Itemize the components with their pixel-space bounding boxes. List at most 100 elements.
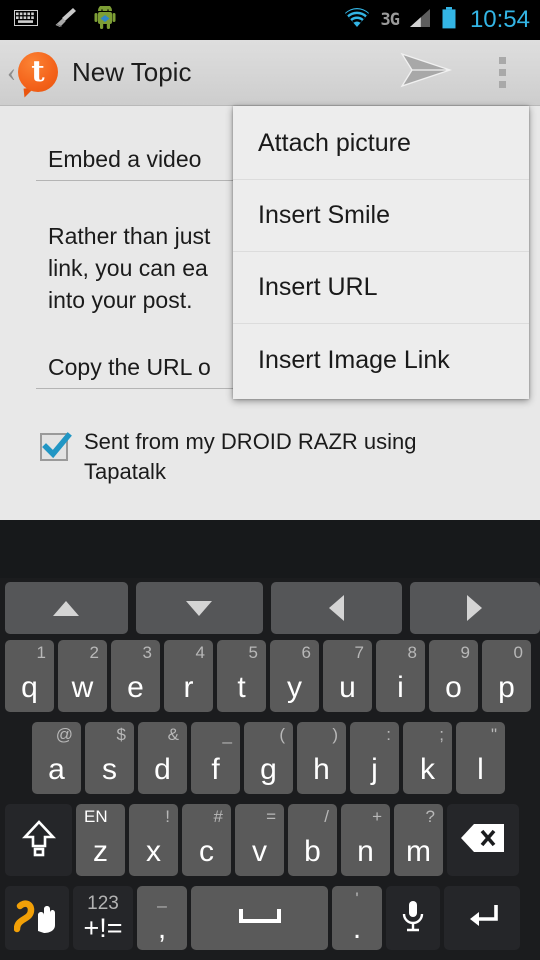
key-q[interactable]: 1 q [5, 640, 54, 712]
key-hint: 1 [36, 643, 46, 662]
symbols-key[interactable]: 123 +!= [73, 886, 133, 950]
key-hint: _ [157, 889, 167, 908]
key-i[interactable]: 8 i [376, 640, 425, 712]
symbols-key-label: +!= [83, 913, 123, 943]
key-hint: 6 [301, 643, 311, 662]
arrow-down-key[interactable] [135, 582, 264, 634]
page-title: New Topic [72, 57, 192, 87]
key-hint: _ [222, 725, 232, 744]
key-hint: & [167, 725, 179, 744]
key-label: e [127, 671, 144, 704]
key-n[interactable]: + n [341, 804, 390, 876]
key-hint: 7 [354, 643, 364, 662]
swipe-gesture-icon [13, 897, 60, 940]
key-a[interactable]: @ a [32, 722, 81, 794]
key-d[interactable]: & d [138, 722, 187, 794]
key-comma[interactable]: _ , [137, 886, 187, 950]
keyboard-icon [14, 9, 38, 31]
key-label: g [260, 753, 277, 786]
arrow-left-key[interactable] [271, 582, 402, 634]
key-hint: 3 [142, 643, 152, 662]
menu-item-insert-smile[interactable]: Insert Smile [233, 180, 529, 252]
key-label: . [352, 912, 362, 945]
key-c[interactable]: # c [182, 804, 231, 876]
key-z[interactable]: EN z [76, 804, 125, 876]
key-hint: ! [165, 807, 170, 826]
shift-icon [20, 818, 58, 863]
key-v[interactable]: = v [235, 804, 284, 876]
key-x[interactable]: ! x [129, 804, 178, 876]
key-label: d [154, 753, 171, 786]
key-hint: 5 [248, 643, 258, 662]
key-label: c [199, 835, 214, 868]
key-hint: + [372, 807, 382, 826]
space-key[interactable] [191, 886, 328, 950]
key-r[interactable]: 4 r [164, 640, 213, 712]
key-period[interactable]: ' . [332, 886, 382, 950]
key-label: m [406, 835, 431, 868]
overflow-menu-button[interactable] [464, 40, 540, 106]
key-h[interactable]: ) h [297, 722, 346, 794]
menu-item-label: Insert Image Link [258, 345, 450, 374]
key-label: a [48, 753, 65, 786]
key-hint: = [266, 807, 276, 826]
shift-key[interactable] [5, 804, 72, 876]
menu-item-label: Insert URL [258, 273, 378, 301]
arrow-right-key[interactable] [409, 582, 540, 634]
key-m[interactable]: ? m [394, 804, 443, 876]
key-label: n [357, 835, 374, 868]
key-hint: 9 [460, 643, 470, 662]
overflow-popup-menu: Attach picture Insert Smile Insert URL I… [233, 106, 529, 399]
key-o[interactable]: 9 o [429, 640, 478, 712]
menu-item-label: Insert Smile [258, 201, 390, 229]
signature-row[interactable]: Sent from my DROID RAZR using Tapatalk [40, 427, 470, 487]
key-w[interactable]: 2 w [58, 640, 107, 712]
key-u[interactable]: 7 u [323, 640, 372, 712]
key-t[interactable]: 5 t [217, 640, 266, 712]
key-label: r [183, 671, 194, 704]
space-icon [238, 907, 281, 930]
arrow-up-key[interactable] [5, 582, 128, 634]
back-chevron-icon[interactable]: ‹ [0, 59, 17, 86]
menu-item-attach-picture[interactable]: Attach picture [233, 108, 529, 180]
key-label: y [287, 671, 302, 704]
key-hint: ( [279, 725, 285, 744]
key-label: v [252, 835, 267, 868]
key-hint: ? [425, 807, 435, 826]
status-bar: 3G 10:54 [0, 0, 540, 40]
key-label: j [371, 753, 378, 786]
key-label: p [498, 671, 515, 704]
key-s[interactable]: $ s [85, 722, 134, 794]
key-f[interactable]: _ f [191, 722, 240, 794]
backspace-key[interactable] [447, 804, 519, 876]
swipe-gesture-key[interactable] [5, 886, 69, 950]
keyboard-row-4: 123 +!= _ , ' . [0, 886, 540, 956]
signature-checkbox[interactable] [40, 432, 72, 461]
key-hint: 8 [407, 643, 417, 662]
key-hint: ; [439, 725, 444, 744]
key-g[interactable]: ( g [244, 722, 293, 794]
enter-key[interactable] [444, 886, 520, 950]
menu-item-insert-image-link[interactable]: Insert Image Link [233, 324, 529, 396]
key-hint: @ [55, 725, 73, 744]
microphone-key[interactable] [386, 886, 440, 950]
key-p[interactable]: 0 p [482, 640, 531, 712]
key-label: h [313, 753, 330, 786]
key-y[interactable]: 6 y [270, 640, 319, 712]
key-j[interactable]: : j [350, 722, 399, 794]
key-b[interactable]: / b [288, 804, 337, 876]
signal-bars-icon [408, 7, 432, 34]
key-label: q [21, 671, 38, 704]
send-button[interactable] [388, 40, 464, 106]
key-label: , [157, 912, 167, 945]
menu-item-insert-url[interactable]: Insert URL [233, 252, 529, 324]
key-label: f [211, 753, 220, 786]
status-bar-system-icons: 3G 10:54 [343, 6, 530, 34]
symbols-key-hint: 123 [87, 893, 119, 914]
tapatalk-logo-icon[interactable]: t [17, 51, 59, 98]
key-k[interactable]: ; k [403, 722, 452, 794]
key-l[interactable]: " l [456, 722, 505, 794]
key-e[interactable]: 3 e [111, 640, 160, 712]
key-label: s [102, 753, 117, 786]
phone-screen: 3G 10:54 ‹ t New Topic Embed a video Rat… [0, 0, 540, 960]
